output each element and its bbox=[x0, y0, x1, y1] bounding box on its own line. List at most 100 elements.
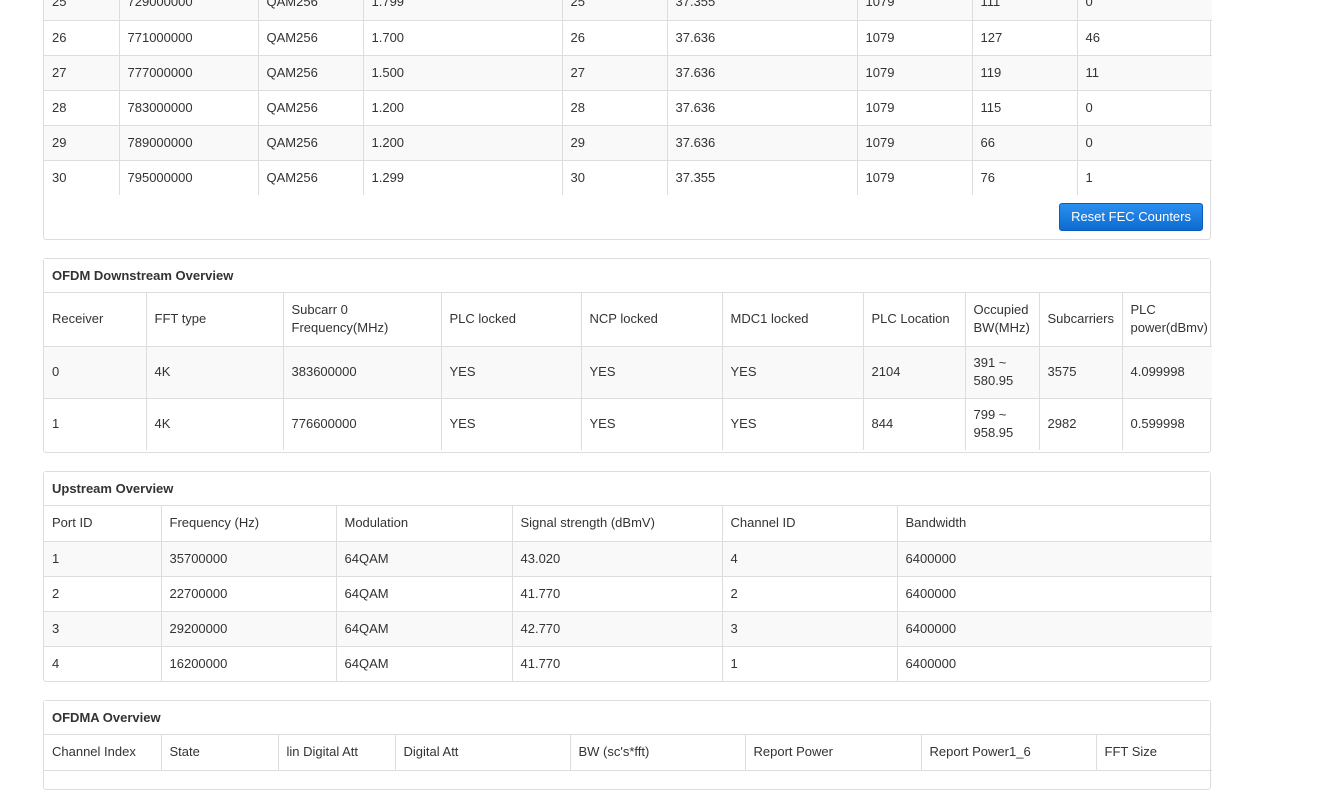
table-cell: 64QAM bbox=[336, 611, 513, 647]
ofdm-downstream-panel: OFDM Downstream Overview Receiver FFT typ… bbox=[43, 258, 1212, 453]
ofdma-title: OFDMA Overview bbox=[44, 701, 1210, 735]
reset-fec-counters-button[interactable]: Reset FEC Counters bbox=[1059, 203, 1203, 231]
table-cell: 1.200 bbox=[363, 90, 563, 126]
table-cell: 30 bbox=[562, 160, 668, 195]
column-header: Bandwidth bbox=[897, 506, 1212, 542]
table-cell: 6400000 bbox=[905, 655, 957, 671]
table-row: 27 777000000 QAM256 1.500 27 37.636 1079 119 11 bbox=[44, 55, 1212, 91]
table-cell: 37.636 bbox=[667, 90, 858, 126]
table-cell: 4 bbox=[722, 541, 898, 577]
table-cell: 6400000 bbox=[897, 576, 1212, 612]
table-cell: 1079 bbox=[857, 90, 973, 126]
table-cell: QAM256 bbox=[258, 55, 364, 91]
table-cell: 42.770 bbox=[512, 611, 723, 647]
column-header: PLC locked bbox=[441, 293, 582, 347]
table-cell: 1079 bbox=[857, 125, 973, 161]
table-cell: 127 bbox=[972, 20, 1078, 56]
column-header: Frequency (Hz) bbox=[161, 506, 337, 542]
table-cell: 795000000 bbox=[119, 160, 259, 195]
table-cell: 29200000 bbox=[161, 611, 337, 647]
table-cell: 25 bbox=[44, 0, 120, 21]
upstream-panel: Upstream Overview Port ID Frequency (Hz) M… bbox=[43, 471, 1212, 682]
ofdm-downstream-table-body: 0 4K 383600000 YES YES YES 2104 391 ~ 580.95 357… bbox=[44, 346, 1212, 450]
table-cell: 26 bbox=[44, 20, 120, 56]
downstream-table: 25 729000000 QAM256 1.799 25 37.355 1079 111 0 26… bbox=[44, 0, 1212, 195]
table-cell: 41.770 bbox=[512, 646, 723, 681]
column-header: FFT type bbox=[146, 293, 284, 347]
table-cell: 11 bbox=[1077, 55, 1212, 91]
column-header: Channel ID bbox=[722, 506, 898, 542]
table-cell: 2 bbox=[722, 576, 898, 612]
column-header: NCP locked bbox=[581, 293, 723, 347]
table-cell: 76 bbox=[972, 160, 1078, 195]
downstream-table-body: 25 729000000 QAM256 1.799 25 37.355 1079 111 0 26… bbox=[44, 0, 1212, 195]
upstream-table-body: 1 35700000 64QAM 43.020 4 6400000 2 22700000 64Q… bbox=[44, 541, 1212, 681]
table-cell: 0 bbox=[1077, 90, 1212, 126]
table-cell: 729000000 bbox=[119, 0, 259, 21]
table-cell: 1.799 bbox=[363, 0, 563, 21]
table-cell: 4K bbox=[146, 346, 284, 399]
table-cell: YES bbox=[581, 398, 723, 450]
table-cell: 29 bbox=[562, 125, 668, 161]
downstream-panel: 25 729000000 QAM256 1.799 25 37.355 1079 111 0 26… bbox=[43, 0, 1212, 240]
ofdm-downstream-title: OFDM Downstream Overview bbox=[44, 259, 1210, 293]
table-cell: YES bbox=[722, 346, 864, 399]
table-cell: 771000000 bbox=[119, 20, 259, 56]
table-cell: 3 bbox=[722, 611, 898, 647]
table-cell: 799 ~ 958.95 bbox=[965, 398, 1040, 450]
table-cell: 37.355 bbox=[667, 160, 858, 195]
table-cell: 391 ~ 580.95 bbox=[965, 346, 1040, 399]
column-header: State bbox=[161, 735, 279, 771]
ofdm-downstream-header-row: Receiver FFT type Subcarr 0 Frequency(MHz)… bbox=[44, 293, 1212, 347]
table-cell: 35700000 bbox=[161, 541, 337, 577]
table-row: 2 22700000 64QAM 41.770 2 6400000 bbox=[44, 576, 1212, 612]
column-header: Report Power1_6 bbox=[921, 735, 1097, 771]
table-cell: QAM256 bbox=[258, 125, 364, 161]
column-header: BW (sc's*fft) bbox=[570, 735, 746, 771]
column-header: FFT Size bbox=[1096, 735, 1212, 771]
table-cell: 6400000 bbox=[897, 611, 1212, 647]
table-cell: 1.700 bbox=[363, 20, 563, 56]
table-row: 4 16200000 64QAM 41.770 1 6400000 bbox=[44, 646, 1212, 681]
table-cell: 1079 bbox=[857, 160, 973, 195]
table-cell: 4K bbox=[146, 398, 284, 450]
table-cell: 1.200 bbox=[363, 125, 563, 161]
table-cell: 783000000 bbox=[119, 90, 259, 126]
table-cell: 777000000 bbox=[119, 55, 259, 91]
ofdm-downstream-table: Receiver FFT type Subcarr 0 Frequency(MHz)… bbox=[44, 293, 1212, 450]
downstream-footer: Reset FEC Counters bbox=[44, 195, 1210, 239]
table-cell: 64QAM bbox=[336, 646, 513, 681]
upstream-title: Upstream Overview bbox=[44, 472, 1210, 506]
ofdma-panel: OFDMA Overview Channel Index State lin Dig… bbox=[43, 700, 1212, 790]
table-cell: 22700000 bbox=[161, 576, 337, 612]
table-cell: 37.636 bbox=[667, 55, 858, 91]
table-cell: 0 bbox=[44, 346, 147, 399]
table-cell: 0.599998 bbox=[1130, 416, 1185, 432]
upstream-table: Port ID Frequency (Hz) Modulation Signal st… bbox=[44, 506, 1212, 681]
table-row: 0 4K 383600000 YES YES YES 2104 391 ~ 580.95 357… bbox=[44, 346, 1212, 399]
column-header: Port ID bbox=[44, 506, 162, 542]
table-cell: 115 bbox=[972, 90, 1078, 126]
table-cell: 1 bbox=[1085, 169, 1093, 185]
table-cell: 64QAM bbox=[336, 576, 513, 612]
table-cell: 111 bbox=[972, 0, 1078, 21]
table-cell: 3575 bbox=[1039, 346, 1123, 399]
table-cell: 2982 bbox=[1039, 398, 1123, 450]
table-cell: 1 bbox=[44, 541, 162, 577]
table-cell: YES bbox=[441, 398, 582, 450]
table-cell: 37.636 bbox=[667, 20, 858, 56]
table-cell: 2104 bbox=[863, 346, 966, 399]
table-cell: 27 bbox=[44, 55, 120, 91]
column-header: Occupied BW(MHz) bbox=[965, 293, 1040, 347]
table-cell: 4 bbox=[44, 646, 162, 681]
column-header: Signal strength (dBmV) bbox=[512, 506, 723, 542]
table-cell: QAM256 bbox=[258, 160, 364, 195]
table-cell: 1 bbox=[722, 646, 898, 681]
table-cell: 29 bbox=[44, 125, 120, 161]
table-cell: 4.099998 bbox=[1122, 346, 1212, 399]
table-row: 28 783000000 QAM256 1.200 28 37.636 1079 115 0 bbox=[44, 90, 1212, 126]
table-cell: 3 bbox=[44, 611, 162, 647]
table-cell: 0 bbox=[1077, 125, 1212, 161]
column-header: Subcarr 0 Frequency(MHz) bbox=[283, 293, 442, 347]
table-cell: 26 bbox=[562, 20, 668, 56]
